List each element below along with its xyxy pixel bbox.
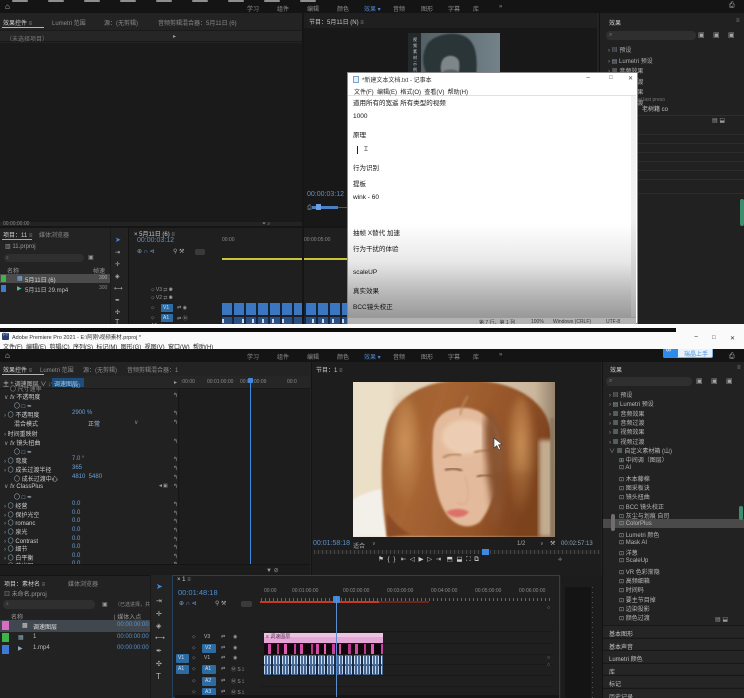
svg-text:材: 材	[413, 54, 417, 60]
svg-text:视: 视	[413, 36, 417, 42]
svg-text:示: 示	[413, 61, 417, 66]
svg-text:素: 素	[413, 48, 417, 54]
svg-text:频: 频	[413, 42, 417, 48]
